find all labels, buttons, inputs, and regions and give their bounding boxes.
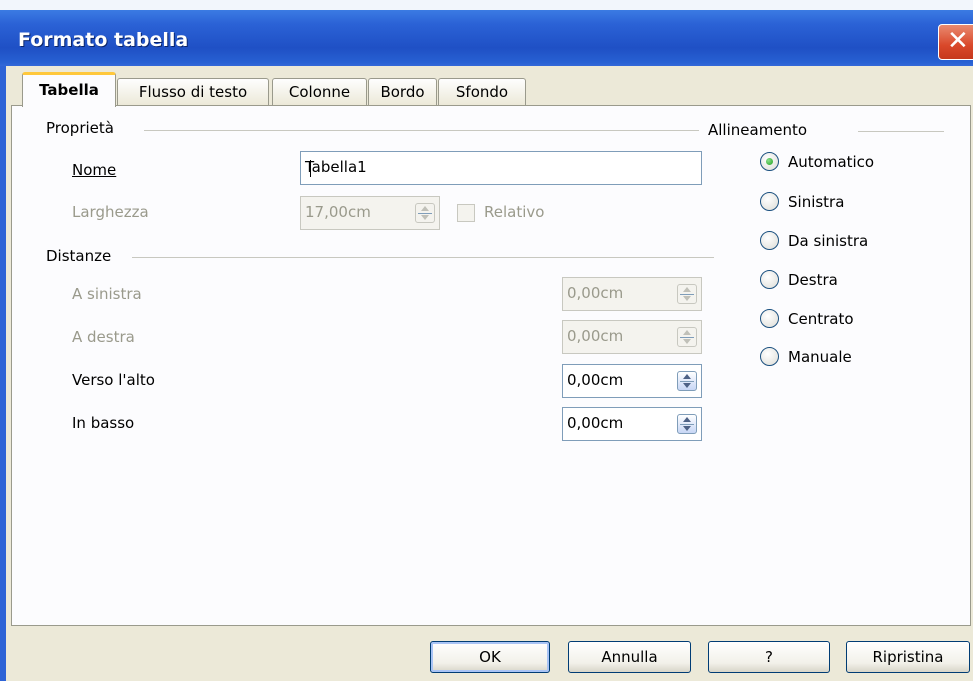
right-spacing-value: 0,00cm [567, 327, 624, 345]
close-button[interactable]: ✕ [938, 24, 973, 60]
radio-automatico[interactable] [760, 152, 779, 171]
radio-destra-label[interactable]: Destra [788, 271, 838, 289]
name-input-value: Tabella1 [305, 158, 367, 176]
section-divider [858, 131, 944, 132]
spin-arrows-icon[interactable] [677, 327, 697, 347]
dialog-window: Formato tabella ✕ Tabella Flusso di test… [0, 0, 973, 681]
relative-checkbox[interactable] [457, 204, 475, 222]
radio-automatico-label[interactable]: Automatico [788, 153, 874, 171]
bottom-spacing-label: In basso [72, 414, 135, 432]
section-proprieta-label: Proprietà [46, 119, 114, 137]
tab-bordo[interactable]: Bordo [368, 78, 437, 105]
radio-centrato-label[interactable]: Centrato [788, 310, 854, 328]
radio-manuale-label[interactable]: Manuale [788, 348, 852, 366]
top-spacing-label: Verso l'alto [72, 371, 155, 389]
section-allineamento-label: Allineamento [708, 121, 808, 139]
radio-da-sinistra[interactable] [760, 231, 779, 250]
radio-manuale[interactable] [760, 347, 779, 366]
help-button[interactable]: ? [708, 641, 830, 673]
radio-centrato[interactable] [760, 309, 779, 328]
spin-arrows-icon[interactable] [677, 284, 697, 304]
top-spacing-value: 0,00cm [567, 371, 624, 389]
close-icon: ✕ [947, 26, 969, 56]
tab-colonne[interactable]: Colonne [272, 78, 367, 105]
left-spacing-value: 0,00cm [567, 284, 624, 302]
spin-arrows-icon[interactable] [677, 414, 697, 434]
right-spacing-spinbox[interactable]: 0,00cm [562, 320, 702, 354]
width-spinbox[interactable]: 17,00cm [300, 196, 440, 230]
width-label: Larghezza [72, 203, 149, 221]
section-divider [132, 257, 714, 258]
left-spacing-spinbox[interactable]: 0,00cm [562, 277, 702, 311]
radio-destra[interactable] [760, 270, 779, 289]
radio-sinistra-label[interactable]: Sinistra [788, 193, 844, 211]
name-label: Nome [72, 161, 117, 179]
bottom-spacing-value: 0,00cm [567, 414, 624, 432]
section-divider [144, 130, 699, 131]
title-bar[interactable]: Formato tabella ✕ [0, 0, 973, 66]
dialog-title: Formato tabella [18, 29, 189, 51]
reset-button[interactable]: Ripristina [846, 641, 970, 673]
radio-sinistra[interactable] [760, 192, 779, 211]
relative-label: Relativo [484, 203, 545, 221]
top-spacing-spinbox[interactable]: 0,00cm [562, 364, 702, 398]
radio-da-sinistra-label[interactable]: Da sinistra [788, 232, 868, 250]
window-frame-left [0, 66, 6, 681]
right-spacing-label: A destra [72, 328, 135, 346]
spin-arrows-icon[interactable] [677, 371, 697, 391]
tab-sfondo[interactable]: Sfondo [438, 78, 526, 105]
left-spacing-label: A sinistra [72, 285, 142, 303]
tab-tabella[interactable]: Tabella [22, 72, 116, 107]
cancel-button[interactable]: Annulla [568, 641, 691, 673]
section-distanze-label: Distanze [46, 247, 112, 265]
tab-flusso-di-testo[interactable]: Flusso di testo [117, 78, 269, 105]
bottom-spacing-spinbox[interactable]: 0,00cm [562, 407, 702, 441]
ok-button[interactable]: OK [430, 641, 550, 673]
name-input[interactable]: Tabella1 [300, 151, 702, 185]
text-cursor [310, 160, 311, 177]
width-value: 17,00cm [305, 203, 371, 221]
width-spin-arrows-icon[interactable] [415, 203, 435, 223]
